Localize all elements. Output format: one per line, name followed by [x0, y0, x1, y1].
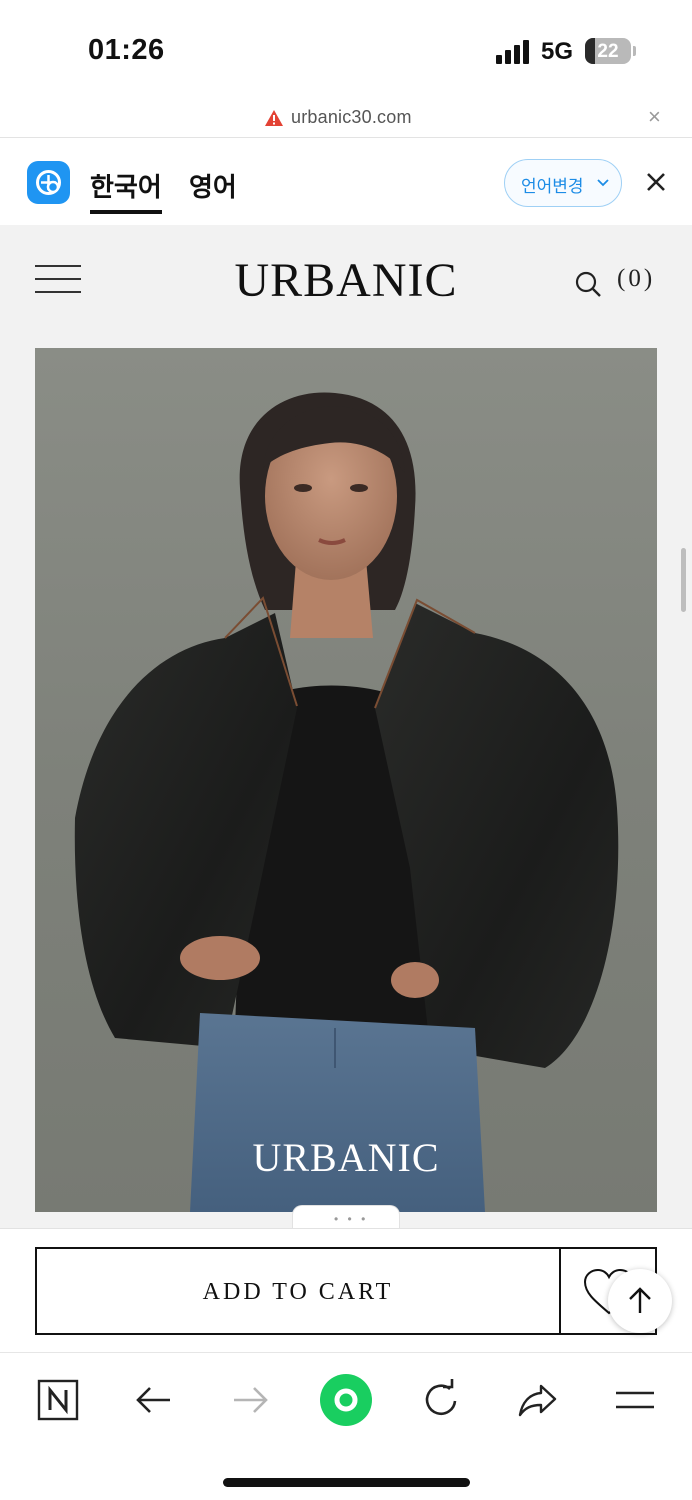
tab-korean-indicator	[90, 210, 162, 214]
naver-n-icon[interactable]	[33, 1375, 83, 1425]
home-indicator[interactable]	[223, 1478, 470, 1487]
change-language-label: 언어변경	[521, 177, 584, 197]
signal-strength-icon	[496, 40, 532, 64]
battery-tip	[633, 46, 636, 56]
url-bar[interactable]: urbanic30.com ×	[0, 100, 692, 138]
change-language-button[interactable]: 언어변경	[504, 159, 622, 207]
more-dots-icon: • • •	[334, 1212, 369, 1226]
add-to-cart-button[interactable]: ADD TO CART	[35, 1247, 561, 1335]
image-watermark-logo: URBANIC	[252, 1135, 440, 1180]
papago-translate-icon[interactable]	[27, 161, 70, 204]
battery-icon: 22	[585, 38, 631, 64]
product-page: URBANIC (0) URBANIC • • •	[0, 225, 692, 1235]
search-icon[interactable]	[574, 270, 602, 298]
tab-korean[interactable]: 한국어	[90, 167, 162, 204]
tab-english[interactable]: 영어	[189, 167, 237, 204]
green-home-icon[interactable]	[318, 1372, 374, 1428]
model-photo-illustration	[74, 392, 619, 1212]
back-arrow-icon[interactable]	[129, 1375, 179, 1425]
menu-icon[interactable]	[610, 1375, 660, 1425]
close-translation-icon[interactable]	[645, 171, 667, 193]
forward-arrow-icon[interactable]	[225, 1375, 275, 1425]
purchase-actions: ADD TO CART	[0, 1228, 692, 1352]
scroll-to-top-button[interactable]	[608, 1269, 672, 1333]
battery-level: 22	[597, 41, 619, 62]
add-to-cart-label: ADD TO CART	[202, 1279, 394, 1305]
warning-triangle-icon	[265, 110, 283, 126]
status-time: 01:26	[88, 34, 165, 66]
product-image[interactable]: URBANIC	[35, 348, 657, 1212]
translation-bar: 한국어 영어 언어변경	[0, 139, 692, 225]
url-close-icon[interactable]: ×	[648, 106, 661, 128]
scroll-indicator[interactable]	[681, 548, 686, 612]
browser-toolbar	[0, 1352, 692, 1500]
cart-count[interactable]: (0)	[617, 265, 655, 293]
reload-icon[interactable]	[417, 1375, 467, 1425]
network-type: 5G	[541, 38, 574, 65]
status-bar: 01:26 5G 22	[0, 0, 692, 100]
url-text[interactable]: urbanic30.com	[291, 107, 412, 128]
share-icon[interactable]	[513, 1375, 563, 1425]
chevron-down-icon	[597, 179, 609, 187]
arrow-up-icon	[629, 1287, 651, 1313]
